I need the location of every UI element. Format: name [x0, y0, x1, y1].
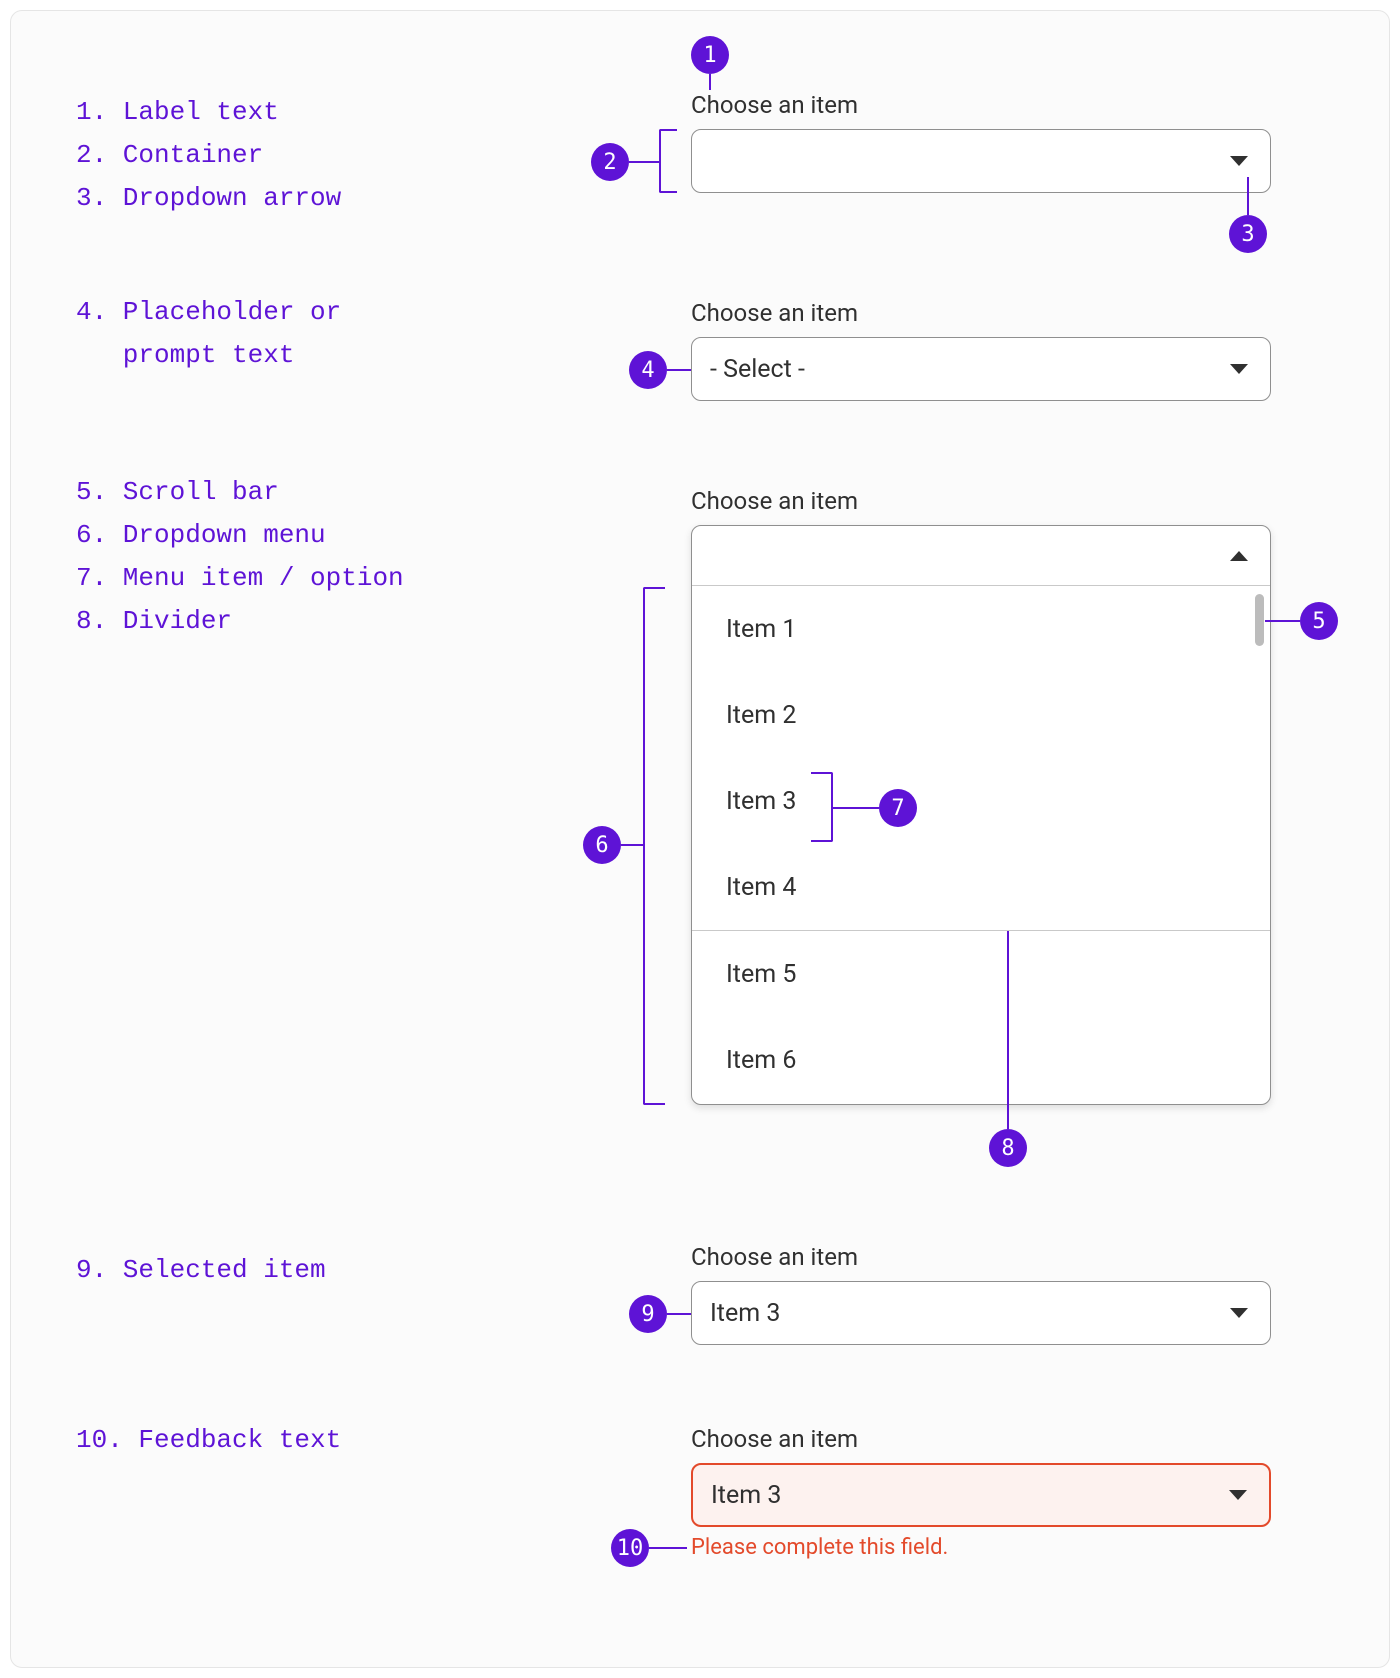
annotation-badge-1: 1 — [691, 36, 729, 74]
annotation-badge-8: 8 — [989, 1129, 1027, 1167]
dropdown-option[interactable]: Item 5 — [692, 931, 1270, 1017]
field-label-4: Choose an item — [691, 1243, 858, 1271]
legend-group-2: 4. Placeholder or prompt text — [76, 291, 341, 377]
badge-3-connector — [1247, 177, 1249, 215]
select-placeholder: - Select - — [710, 355, 1230, 384]
container-bracket — [659, 129, 677, 193]
legend-group-4: 9. Selected item — [76, 1249, 326, 1292]
badge-5-connector — [1265, 620, 1300, 622]
select-container-4[interactable]: Item 3 — [691, 1281, 1271, 1345]
dropdown-menu[interactable]: Item 1 Item 2 Item 3 Item 4 Item 5 Item … — [691, 525, 1271, 1105]
chevron-down-icon — [1229, 1490, 1247, 1500]
legend-group-3: 5. Scroll bar 6. Dropdown menu 7. Menu i… — [76, 471, 404, 643]
field-label-5: Choose an item — [691, 1425, 858, 1453]
chevron-up-icon — [1230, 551, 1248, 561]
annotation-badge-4: 4 — [629, 351, 667, 389]
badge-8-connector — [1007, 931, 1009, 1129]
scrollbar-thumb[interactable] — [1255, 594, 1264, 646]
select-container-1[interactable] — [691, 129, 1271, 193]
chevron-down-icon — [1230, 156, 1248, 166]
select-container-2[interactable]: - Select - — [691, 337, 1271, 401]
legend-group-1: 1. Label text 2. Container 3. Dropdown a… — [76, 91, 341, 220]
dropdown-option[interactable]: Item 6 — [692, 1017, 1270, 1103]
select-value-5: Item 3 — [711, 1481, 1229, 1510]
annotation-badge-6: 6 — [583, 826, 621, 864]
dropdown-option[interactable]: Item 2 — [692, 672, 1270, 758]
badge-6-connector — [621, 844, 643, 846]
badge-4-connector — [667, 369, 691, 371]
diagram-frame: 1. Label text 2. Container 3. Dropdown a… — [10, 10, 1390, 1668]
badge-7-connector — [833, 807, 879, 809]
annotation-badge-10: 10 — [611, 1529, 649, 1567]
chevron-down-icon — [1230, 364, 1248, 374]
option-bracket — [811, 772, 833, 842]
dropdown-option[interactable]: Item 1 — [692, 586, 1270, 672]
feedback-text: Please complete this field. — [691, 1535, 948, 1560]
annotation-badge-2: 2 — [591, 143, 629, 181]
field-label-2: Choose an item — [691, 299, 858, 327]
badge-1-connector — [709, 74, 711, 90]
dropdown-option[interactable]: Item 3 — [692, 758, 1270, 844]
badge-2-connector — [629, 161, 659, 163]
annotation-badge-9: 9 — [629, 1295, 667, 1333]
annotation-badge-7: 7 — [879, 789, 917, 827]
annotation-badge-3: 3 — [1229, 215, 1267, 253]
badge-10-connector — [649, 1547, 687, 1549]
menu-bracket — [643, 587, 665, 1105]
field-label-1: Choose an item — [691, 91, 858, 119]
dropdown-option-list: Item 1 Item 2 Item 3 Item 4 Item 5 Item … — [692, 586, 1270, 1103]
select-value-4: Item 3 — [710, 1299, 1230, 1328]
annotation-badge-5: 5 — [1300, 602, 1338, 640]
dropdown-header[interactable] — [692, 526, 1270, 586]
select-container-5-error[interactable]: Item 3 — [691, 1463, 1271, 1527]
legend-group-5: 10. Feedback text — [76, 1419, 341, 1462]
chevron-down-icon — [1230, 1308, 1248, 1318]
badge-9-connector — [667, 1313, 691, 1315]
field-label-3: Choose an item — [691, 487, 858, 515]
dropdown-option[interactable]: Item 4 — [692, 844, 1270, 930]
